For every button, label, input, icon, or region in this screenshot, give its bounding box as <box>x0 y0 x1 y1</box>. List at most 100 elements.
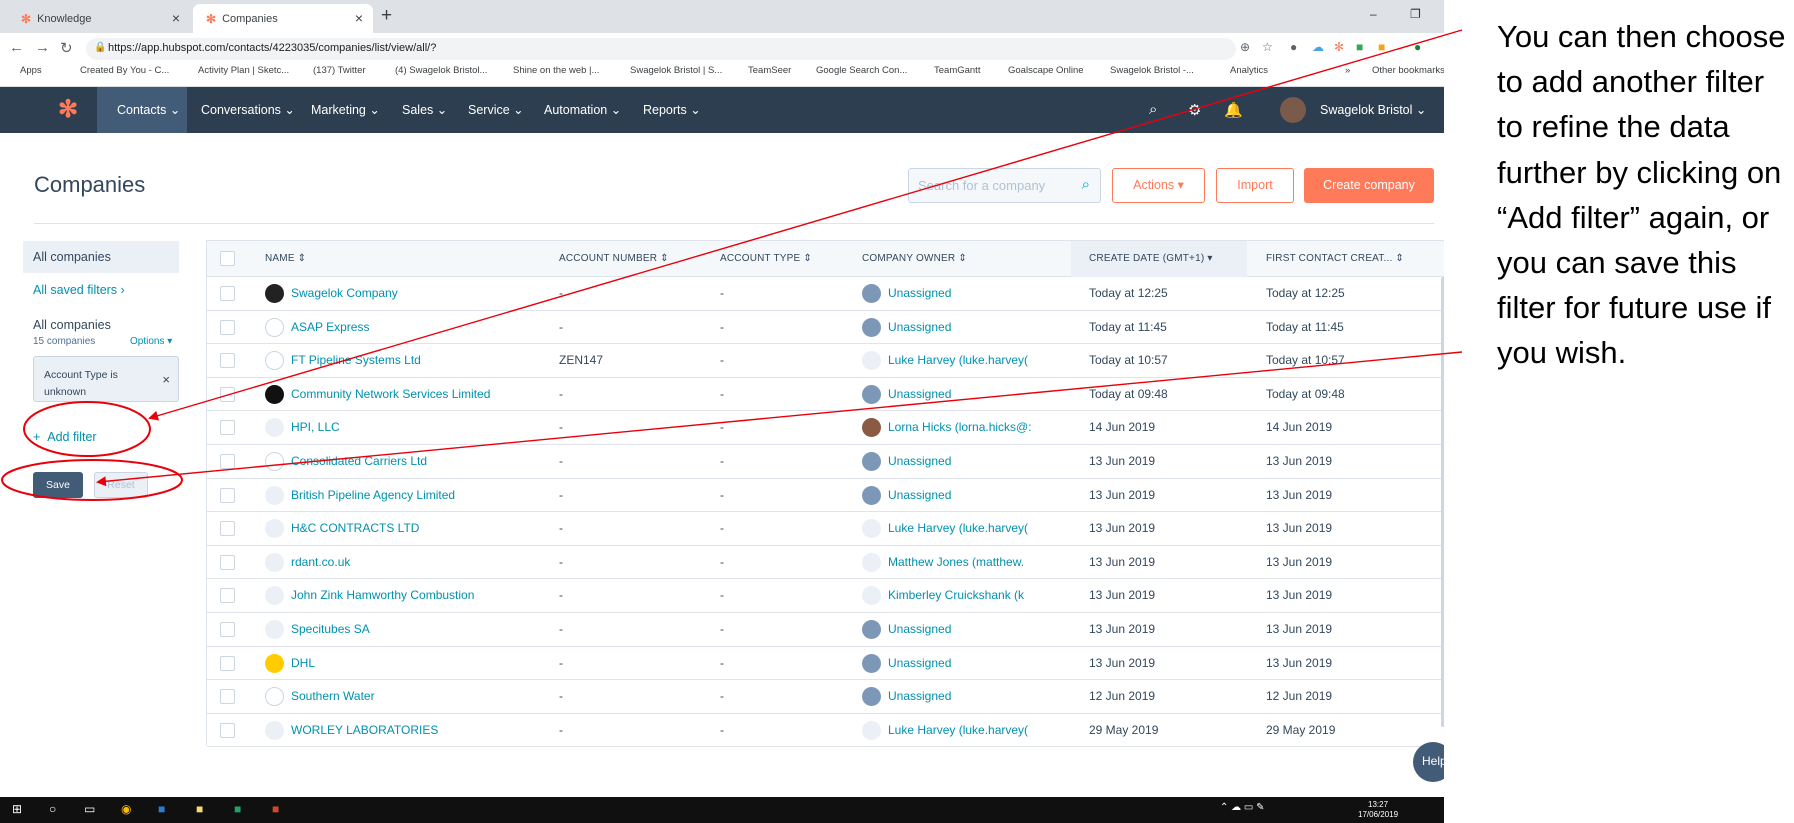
tab-knowledge[interactable]: ✻ Knowledge × <box>8 4 190 33</box>
table-row[interactable]: John Zink Hamworthy Combustion - - Kimberle… <box>207 579 1444 613</box>
address-bar[interactable]: 🔒 https://app.hubspot.com/contacts/42230… <box>86 38 1236 60</box>
restore-icon[interactable]: ❐ <box>1410 7 1421 21</box>
close-tab-icon[interactable]: × <box>172 10 180 26</box>
all-saved-filters-link[interactable]: All saved filters › <box>33 283 125 297</box>
bookmark-star-icon[interactable]: ☆ <box>1262 40 1273 54</box>
company-name-link[interactable]: Swagelok Company <box>291 286 531 300</box>
company-owner-link[interactable]: Unassigned <box>888 387 1062 401</box>
zoom-icon[interactable]: ⊕ <box>1240 40 1250 54</box>
save-button[interactable]: Save <box>33 472 83 498</box>
create-company-button[interactable]: Create company <box>1304 168 1434 203</box>
bookmark-item[interactable]: (4) Swagelok Bristol... <box>395 65 487 76</box>
company-owner-link[interactable]: Kimberley Cruickshank (k <box>888 588 1062 602</box>
help-button[interactable]: Help <box>1413 742 1444 782</box>
table-row[interactable]: British Pipeline Agency Limited - - Unassig… <box>207 478 1444 513</box>
bell-icon[interactable]: 🔔 <box>1224 101 1243 119</box>
orange-extension-icon[interactable]: ■ <box>1378 40 1385 54</box>
filter-chip[interactable]: Account Type is unknown × <box>33 356 179 402</box>
table-row[interactable]: WORLEY LABORATORIES - - Luke Harvey (luke.h… <box>207 713 1444 748</box>
column-header-first-contact[interactable]: FIRST CONTACT CREAT... ⇕ <box>1266 253 1404 264</box>
company-name-link[interactable]: ASAP Express <box>291 320 531 334</box>
nav-service[interactable]: Service ⌄ <box>468 87 524 133</box>
close-tab-icon[interactable]: × <box>355 10 363 26</box>
company-name-link[interactable]: Southern Water <box>291 689 531 703</box>
add-filter-button[interactable]: + Add filter <box>33 430 97 444</box>
row-checkbox[interactable] <box>220 319 235 335</box>
company-owner-link[interactable]: Luke Harvey (luke.harvey( <box>888 723 1062 737</box>
company-owner-link[interactable]: Unassigned <box>888 622 1062 636</box>
folder-icon[interactable]: ■ <box>196 802 203 816</box>
search-icon[interactable]: ○ <box>49 802 56 816</box>
tab-all-companies[interactable]: All companies <box>23 241 179 273</box>
company-owner-link[interactable]: Unassigned <box>888 656 1062 670</box>
bookmark-item[interactable]: Apps <box>20 65 42 76</box>
chrome-icon[interactable]: ◉ <box>121 802 131 816</box>
powerpoint-icon[interactable]: ■ <box>272 802 279 816</box>
company-name-link[interactable]: WORLEY LABORATORIES <box>291 723 531 737</box>
search-input[interactable]: Search for a company ⌕ <box>908 168 1101 203</box>
bookmark-item[interactable]: (137) Twitter <box>313 65 366 76</box>
select-all-checkbox[interactable] <box>220 251 235 266</box>
bookmark-item[interactable]: Other bookmarks <box>1372 65 1444 76</box>
company-name-link[interactable]: rdant.co.uk <box>291 555 531 569</box>
company-owner-link[interactable]: Unassigned <box>888 689 1062 703</box>
company-owner-link[interactable]: Unassigned <box>888 488 1062 502</box>
profile-icon[interactable]: ● <box>1414 40 1421 54</box>
options-menu[interactable]: Options ▾ <box>130 336 172 347</box>
task-view-icon[interactable]: ▭ <box>84 802 95 816</box>
column-header-company-owner[interactable]: COMPANY OWNER ⇕ <box>862 253 967 264</box>
table-row[interactable]: HPI, LLC - - Lorna Hicks (lorna.hicks@: 14 J… <box>207 411 1444 445</box>
new-tab-button[interactable]: + <box>381 5 392 27</box>
row-checkbox[interactable] <box>220 420 235 436</box>
table-row[interactable]: Southern Water - - Unassigned 12 Jun 2019 12 … <box>207 680 1444 714</box>
row-checkbox[interactable] <box>220 588 235 604</box>
nav-reports[interactable]: Reports ⌄ <box>643 87 701 133</box>
row-checkbox[interactable] <box>220 689 235 705</box>
remove-filter-icon[interactable]: × <box>162 371 170 388</box>
company-owner-link[interactable]: Unassigned <box>888 286 1062 300</box>
nav-sales[interactable]: Sales ⌄ <box>402 87 447 133</box>
bookmark-item[interactable]: TeamSeer <box>748 65 791 76</box>
forward-icon[interactable]: → <box>35 39 50 56</box>
table-row[interactable]: Community Network Services Limited - - Unas… <box>207 377 1444 412</box>
tab-companies[interactable]: ✻ Companies × <box>193 4 373 33</box>
company-owner-link[interactable]: Unassigned <box>888 320 1062 334</box>
table-row[interactable]: Specitubes SA - - Unassigned 13 Jun 2019 13 J… <box>207 613 1444 647</box>
row-checkbox[interactable] <box>220 521 235 537</box>
row-checkbox[interactable] <box>220 353 235 369</box>
column-header-account-number[interactable]: ACCOUNT NUMBER ⇕ <box>559 253 669 264</box>
green-extension-icon[interactable]: ■ <box>1356 40 1363 54</box>
company-owner-link[interactable]: Luke Harvey (luke.harvey( <box>888 521 1062 535</box>
row-checkbox[interactable] <box>220 386 235 402</box>
bookmark-item[interactable]: Activity Plan | Sketc... <box>198 65 289 76</box>
windows-start-icon[interactable]: ⊞ <box>12 802 22 816</box>
table-row[interactable]: DHL - - Unassigned 13 Jun 2019 13 Jun 2019 <box>207 646 1444 681</box>
app-icon[interactable]: ■ <box>234 802 241 816</box>
bookmark-item[interactable]: Swagelok Bristol -... <box>1110 65 1194 76</box>
nav-marketing[interactable]: Marketing ⌄ <box>311 87 380 133</box>
bookmark-item[interactable]: Goalscape Online <box>1008 65 1084 76</box>
company-owner-link[interactable]: Lorna Hicks (lorna.hicks@: <box>888 420 1062 434</box>
back-icon[interactable]: ← <box>9 39 24 56</box>
table-row[interactable]: Consolidated Carriers Ltd - - Unassigned 13 … <box>207 445 1444 479</box>
company-owner-link[interactable]: Luke Harvey (luke.harvey( <box>888 353 1062 367</box>
table-row[interactable]: H&C CONTRACTS LTD - - Luke Harvey (luke.har… <box>207 512 1444 546</box>
table-row[interactable]: FT Pipeline Systems Ltd ZEN147 - Luke Harve… <box>207 344 1444 378</box>
column-header-create-date[interactable]: CREATE DATE (GMT+1) ▾ <box>1089 253 1213 264</box>
nav-contacts[interactable]: Contacts ⌄ <box>117 87 180 133</box>
column-header-name[interactable]: NAME ⇕ <box>265 253 306 264</box>
company-name-link[interactable]: Community Network Services Limited <box>291 387 531 401</box>
nav-automation[interactable]: Automation ⌄ <box>544 87 621 133</box>
company-name-link[interactable]: FT Pipeline Systems Ltd <box>291 353 531 367</box>
reload-icon[interactable]: ↻ <box>60 39 73 57</box>
gear-icon[interactable]: ⚙ <box>1188 101 1201 119</box>
company-owner-link[interactable]: Matthew Jones (matthew. <box>888 555 1062 569</box>
search-icon[interactable]: ⌕ <box>1149 101 1157 118</box>
nav-conversations[interactable]: Conversations ⌄ <box>201 87 295 133</box>
bookmark-item[interactable]: Google Search Con... <box>816 65 907 76</box>
bookmark-item[interactable]: Created By You - C... <box>80 65 169 76</box>
avatar[interactable] <box>1280 97 1306 123</box>
cloud-extension-icon[interactable]: ☁ <box>1312 40 1324 54</box>
bookmark-item[interactable]: TeamGantt <box>934 65 980 76</box>
company-name-link[interactable]: Consolidated Carriers Ltd <box>291 454 531 468</box>
